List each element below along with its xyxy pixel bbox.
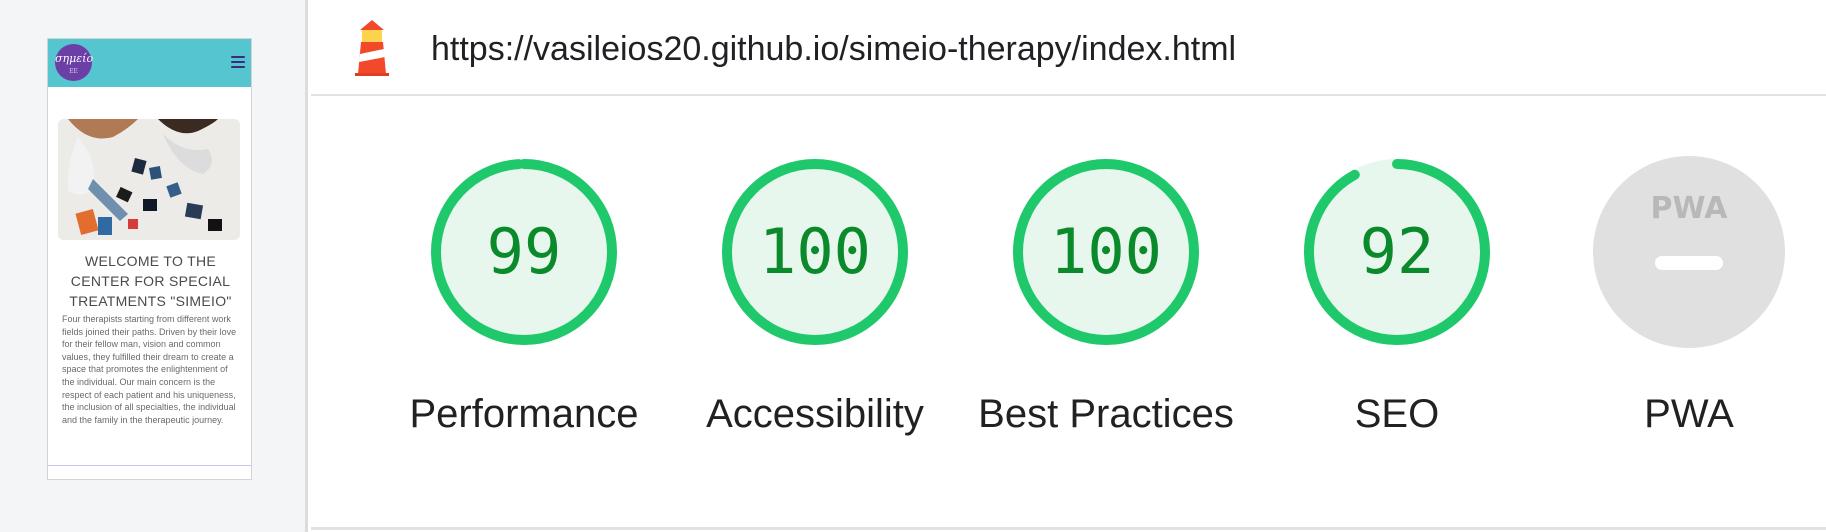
site-header: σημείο EE <box>48 39 251 87</box>
gauge-score-seo: 92 <box>1359 215 1435 288</box>
report-topbar: https://vasileios20.github.io/simeio-the… <box>311 0 1826 96</box>
gauge-label-accessibility: Accessibility <box>706 392 924 436</box>
hamburger-menu-icon[interactable] <box>231 56 245 68</box>
screenshot-preview-panel: σημείο EE WELCOME TO THE CENTER FOR SPEC… <box>0 0 308 532</box>
gauge-seo[interactable]: 92 SEO <box>1297 152 1557 512</box>
gauge-best-practices[interactable]: 100 Best Practices <box>978 152 1266 512</box>
gauge-label-pwa: PWA <box>1644 392 1734 436</box>
gauge-performance[interactable]: 99 Performance <box>410 152 684 512</box>
site-logo: σημείο EE <box>55 44 93 81</box>
pwa-badge-text: PWA <box>1651 191 1729 226</box>
report-url[interactable]: https://vasileios20.github.io/simeio-the… <box>431 29 1236 69</box>
pwa-badge: PWA <box>1593 156 1785 348</box>
welcome-heading: WELCOME TO THE CENTER FOR SPECIAL TREATM… <box>69 253 232 309</box>
gauge-score-accessibility: 100 <box>759 215 871 288</box>
site-logo-sub: EE <box>69 68 78 75</box>
lighthouse-report: https://vasileios20.github.io/simeio-the… <box>311 0 1826 532</box>
gauge-label-best-practices: Best Practices <box>978 392 1234 436</box>
gauge-score-best-practices: 100 <box>1050 215 1162 288</box>
gauge-score-performance: 99 <box>486 215 562 288</box>
gauge-pwa[interactable]: PWA PWA <box>1589 152 1826 512</box>
intro-paragraph: Four therapists starting from different … <box>62 314 237 425</box>
hero-image <box>58 119 240 240</box>
pwa-dash-icon <box>1655 256 1723 270</box>
mobile-screenshot[interactable]: σημείο EE WELCOME TO THE CENTER FOR SPEC… <box>47 38 252 480</box>
gauge-label-performance: Performance <box>409 392 639 436</box>
gauge-label-seo: SEO <box>1354 392 1440 436</box>
section-divider <box>48 465 251 466</box>
report-bottom-border <box>311 527 1826 530</box>
lighthouse-logo-icon <box>355 20 389 76</box>
gauge-accessibility[interactable]: 100 Accessibility <box>706 152 975 512</box>
